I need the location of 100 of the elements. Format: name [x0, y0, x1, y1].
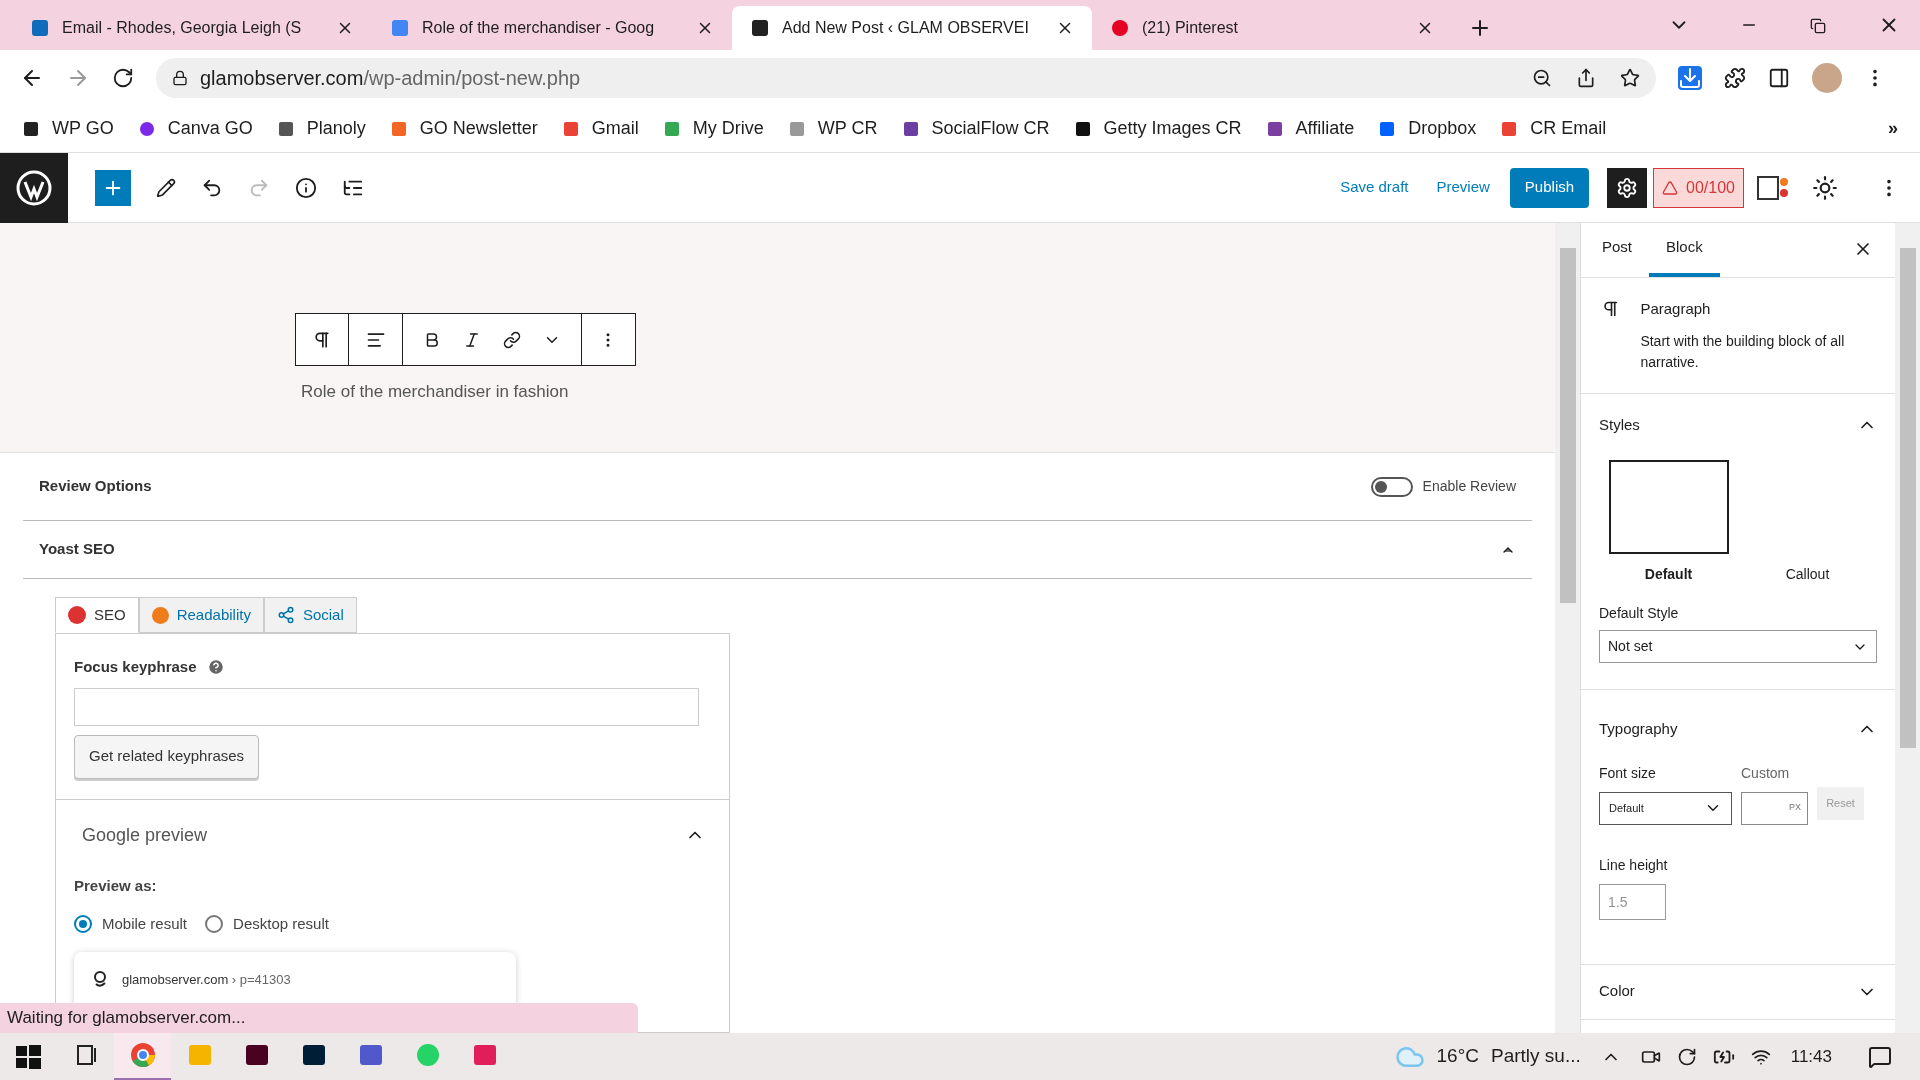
bookmark-link[interactable]: Getty Images CR — [1073, 115, 1242, 142]
paragraph-text[interactable]: Role of the merchandiser in fashion — [301, 379, 1555, 405]
section-title: Yoast SEO — [39, 539, 116, 560]
wordpress-logo-icon[interactable] — [0, 152, 68, 223]
lock-icon — [172, 69, 188, 86]
zoom-icon[interactable] — [1532, 67, 1552, 88]
tab-favicon-icon — [750, 18, 770, 38]
restore-icon[interactable] — [1810, 18, 1826, 34]
bookmark-star-icon[interactable] — [1620, 67, 1640, 88]
extensions-icon[interactable] — [1724, 66, 1746, 89]
bookmark-link[interactable]: Planoly — [276, 115, 366, 142]
snippet-url: glamobserver.com › p=41303 — [122, 970, 291, 989]
toggle-label: Enable Review — [1422, 477, 1516, 496]
default-style-select[interactable]: Not set — [1599, 630, 1877, 663]
bookmark-favicon-icon — [22, 119, 40, 138]
seo-tab[interactable]: Readability — [138, 597, 264, 633]
bookmark-link[interactable]: GO Newsletter — [389, 115, 538, 142]
side-panel-icon[interactable] — [1768, 66, 1790, 89]
site-favicon-icon — [92, 969, 108, 988]
line-height-field[interactable]: 1.5 — [1599, 883, 1666, 920]
block-description: Start with the building block of all narrative. — [1640, 331, 1846, 372]
bookmark-link[interactable]: My Drive — [662, 115, 764, 142]
bookmark-link[interactable]: Affiliate — [1265, 115, 1355, 142]
seo-tab[interactable]: SEO — [55, 597, 139, 633]
seo-score-button[interactable]: 00/100 — [1653, 167, 1744, 208]
tab-title: (21) Pinterest — [1142, 18, 1240, 38]
temperature-text: 16°C — [1436, 1044, 1479, 1069]
address-field[interactable]: glamobserver.com/wp-admin/post-new.php — [156, 57, 1656, 98]
sidebar-tab[interactable]: Post — [1585, 222, 1649, 277]
clock-text[interactable]: 11:43 — [1790, 1043, 1832, 1070]
preview-button[interactable]: Preview — [1428, 176, 1498, 199]
tab-favicon-icon — [390, 18, 410, 38]
browser-tab[interactable]: Add New Post ‹ GLAM OBSERVEI — [732, 6, 1092, 50]
settings-icon — [1616, 176, 1639, 199]
address-text: glamobserver.com/wp-admin/post-new.php — [200, 65, 582, 91]
browser-tab[interactable]: Email - Rhodes, Georgia Leigh (S — [12, 6, 372, 50]
tab-title: Role of the merchandiser - Goog — [422, 18, 656, 38]
custom-size-field[interactable]: PX — [1741, 791, 1808, 825]
publish-button[interactable]: Publish — [1509, 167, 1590, 208]
notifications-icon[interactable] — [1868, 1044, 1892, 1069]
font-size-select[interactable]: Default — [1599, 791, 1732, 825]
keyphrase-field[interactable] — [74, 687, 699, 726]
bookmark-favicon-icon — [1378, 119, 1397, 138]
bookmark-favicon-icon — [787, 119, 806, 138]
panel-title: Color — [1599, 981, 1636, 1002]
bookmark-link[interactable]: WP GO — [22, 115, 114, 142]
tab-favicon-icon — [30, 18, 50, 38]
sun-icon[interactable] — [1812, 174, 1838, 201]
bookmark-favicon-icon — [1073, 119, 1092, 138]
more-bookmarks-button[interactable]: » — [1888, 115, 1898, 142]
panel-title: Typography — [1599, 719, 1679, 739]
review-toggle[interactable] — [1370, 476, 1413, 497]
weather-text: Partly su... — [1490, 1044, 1581, 1069]
browser-tab[interactable]: Role of the merchandiser - Goog — [372, 6, 732, 50]
help-icon[interactable] — [206, 658, 225, 677]
share-icon — [276, 606, 295, 624]
bookmark-link[interactable]: WP CR — [787, 115, 878, 142]
bookmark-link[interactable]: Canva GO — [137, 115, 253, 142]
info-icon[interactable] — [295, 176, 317, 199]
link-icon[interactable] — [502, 330, 521, 349]
reload-icon[interactable] — [112, 66, 134, 89]
tab-favicon-icon — [1110, 18, 1130, 38]
tab-title: Add New Post ‹ GLAM OBSERVEI — [782, 18, 1030, 38]
add-block-button[interactable] — [95, 169, 131, 206]
field-label: Focus keyphrase — [74, 657, 197, 677]
triangle-icon — [1662, 179, 1679, 196]
bookmark-favicon-icon — [1265, 119, 1284, 138]
style-option[interactable]: Callout — [1738, 460, 1877, 585]
field-label: Preview as: — [74, 875, 157, 896]
status-bubble: Waiting for glamobserver.com... — [0, 1003, 638, 1033]
pencil-icon[interactable] — [156, 177, 176, 198]
field-label: Custom — [1741, 763, 1791, 783]
section-title: Review Options — [39, 476, 153, 497]
related-keyphrases-button[interactable]: Get related keyphrases — [74, 734, 260, 779]
block-name: Paragraph — [1640, 299, 1712, 319]
sync-icon[interactable] — [1676, 1046, 1697, 1067]
bookmark-link[interactable]: Gmail — [561, 115, 639, 142]
bookmark-link[interactable]: SocialFlow CR — [901, 115, 1050, 142]
bookmark-favicon-icon — [561, 119, 580, 138]
radio-option[interactable]: Desktop result — [205, 913, 329, 936]
bookmark-link[interactable]: Dropbox — [1378, 115, 1477, 142]
field-label: Line height — [1599, 855, 1669, 875]
section-title: Google preview — [82, 823, 209, 847]
tab-title: Email - Rhodes, Georgia Leigh (S — [62, 18, 303, 38]
bookmark-link[interactable]: CR Email — [1500, 115, 1607, 142]
share-icon[interactable] — [1576, 67, 1596, 88]
field-label: Default Style — [1599, 604, 1680, 623]
seo-tab[interactable]: Social — [263, 597, 357, 633]
settings-button[interactable] — [1607, 167, 1648, 208]
bookmark-favicon-icon — [901, 119, 920, 138]
sidebar-tab[interactable]: Block — [1649, 222, 1720, 277]
save-draft-button[interactable]: Save draft — [1332, 176, 1417, 199]
bookmark-favicon-icon — [389, 119, 408, 138]
browser-tab[interactable]: (21) Pinterest — [1092, 6, 1452, 50]
bookmark-favicon-icon — [276, 119, 295, 138]
field-label: Font size — [1599, 763, 1657, 783]
panel-title: Styles — [1599, 414, 1641, 435]
bookmark-favicon-icon — [1500, 119, 1519, 138]
download-icon[interactable] — [1678, 65, 1702, 90]
radio-option[interactable]: Mobile result — [74, 913, 188, 936]
